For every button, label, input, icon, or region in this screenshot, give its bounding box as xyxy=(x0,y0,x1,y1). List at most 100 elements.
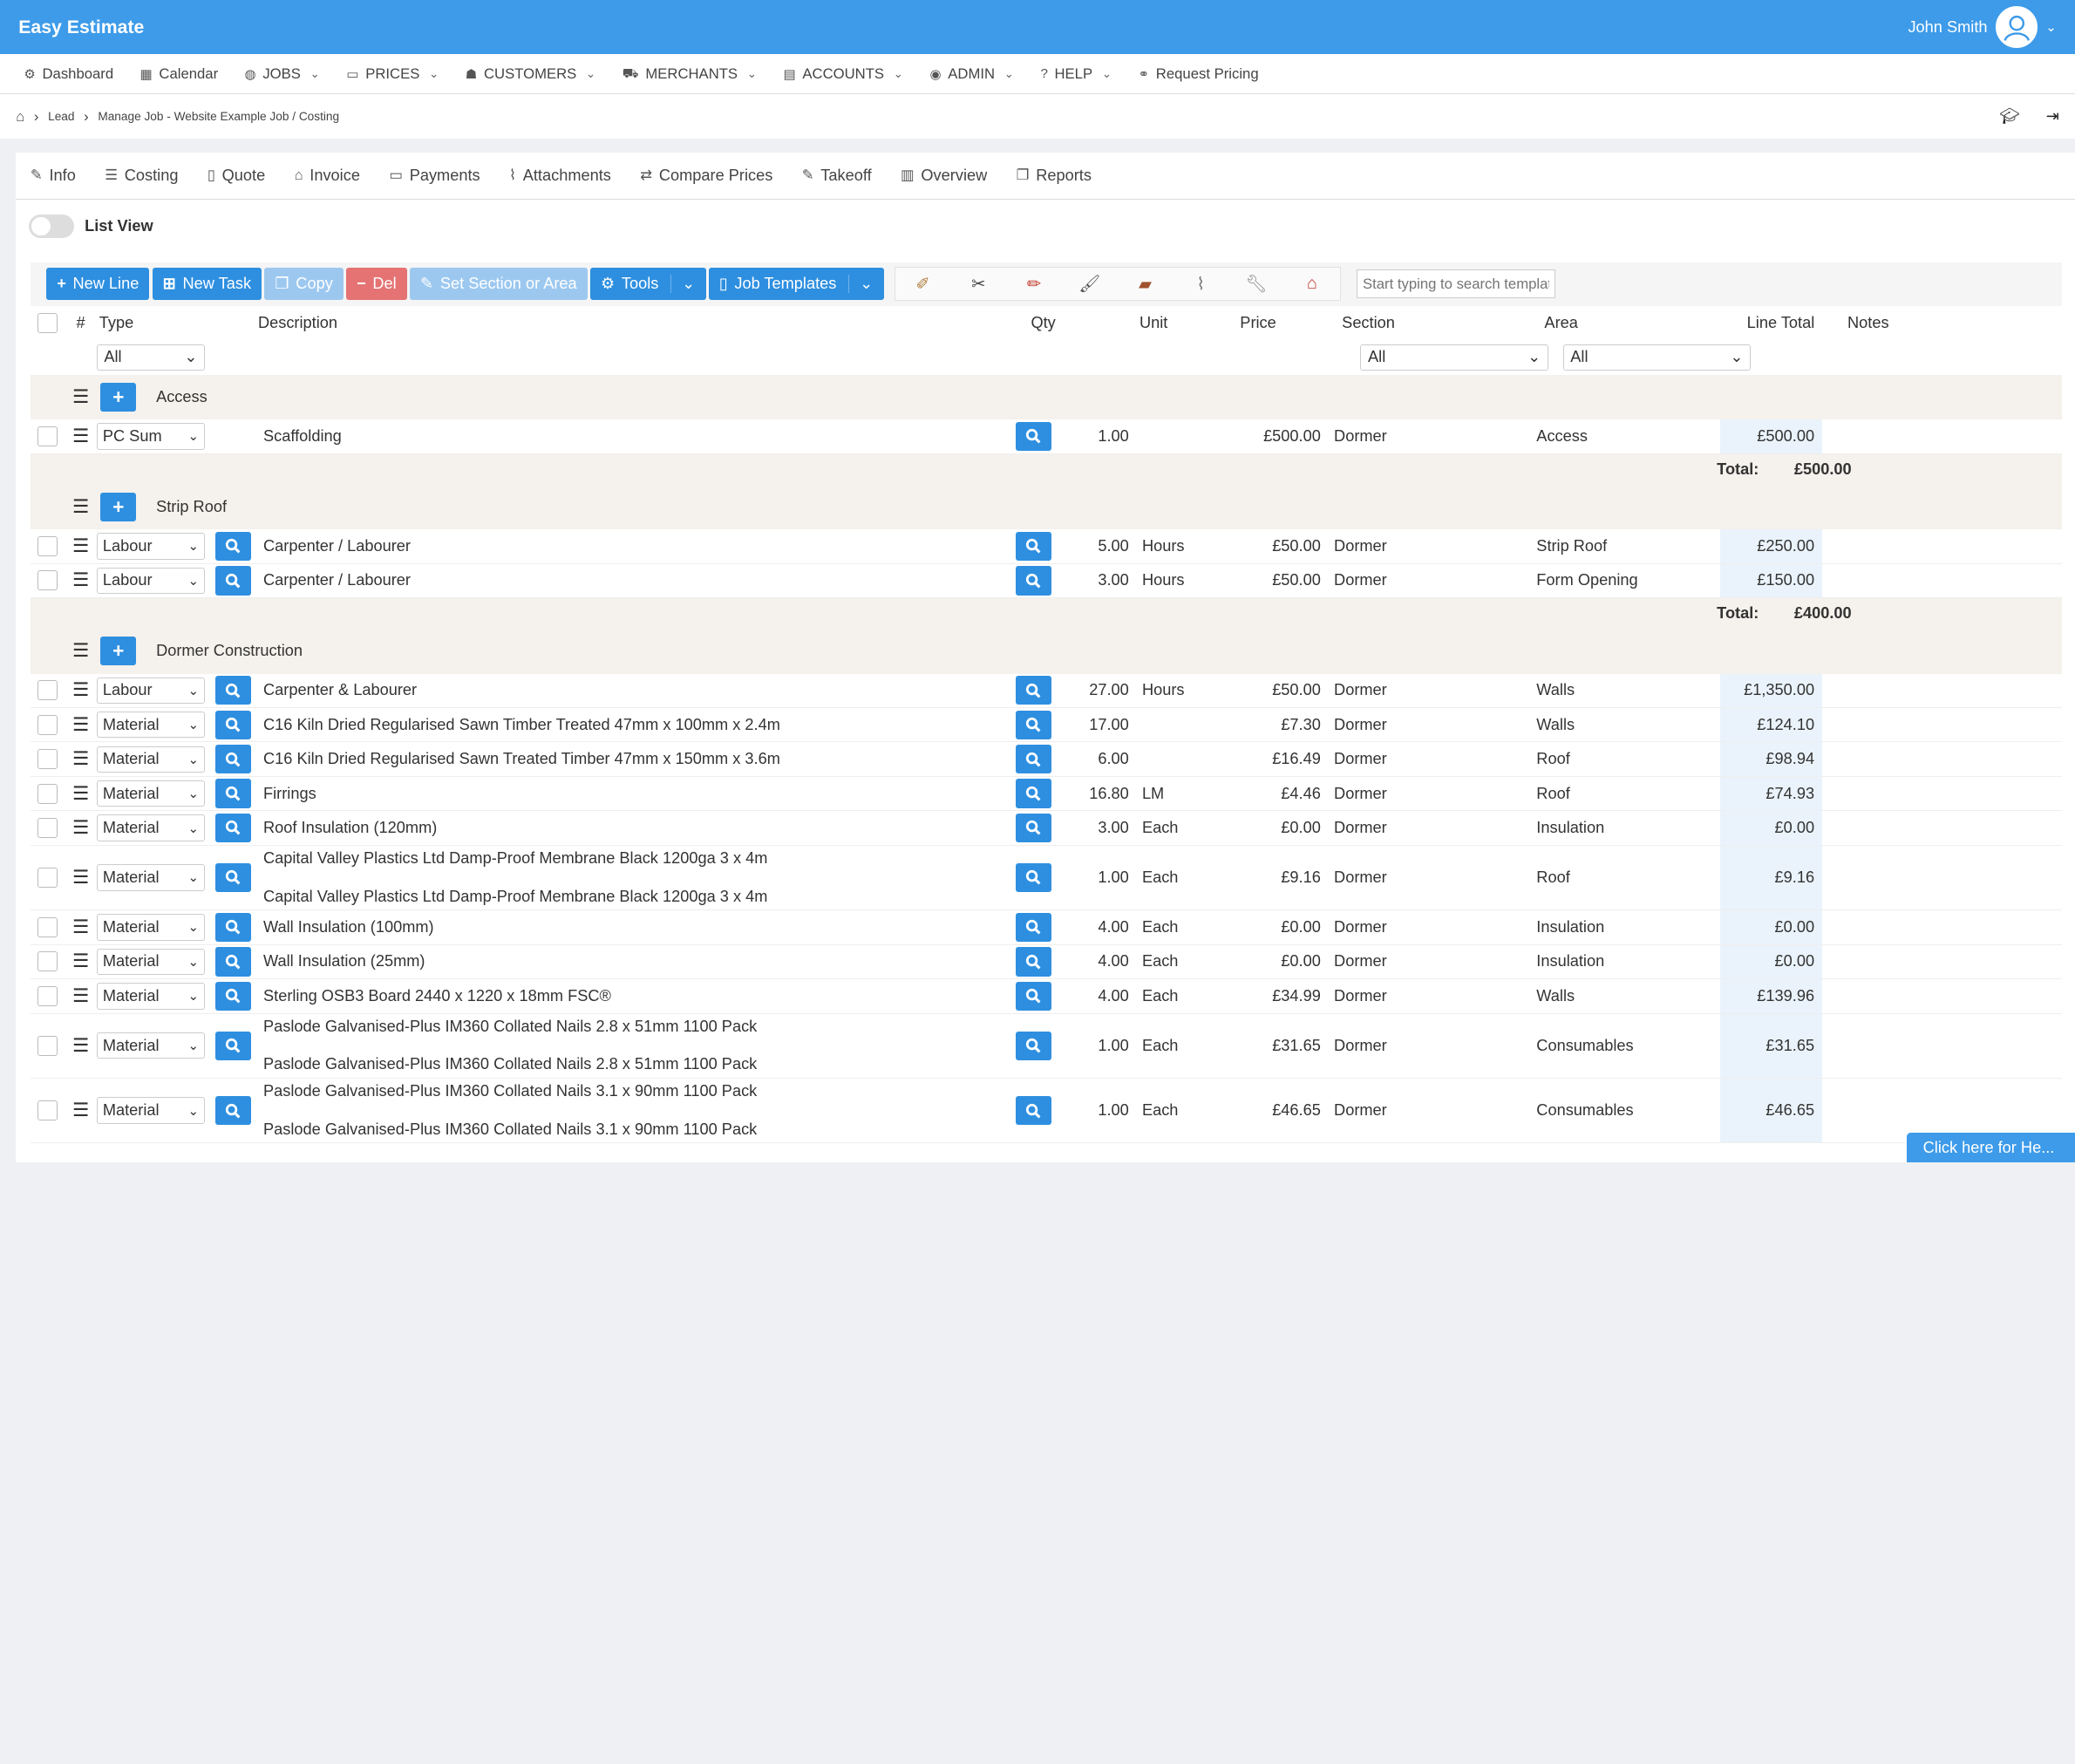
unit-cell[interactable]: Hours xyxy=(1129,537,1216,555)
drag-handle-icon[interactable]: ☰ xyxy=(72,985,89,1007)
row-checkbox[interactable] xyxy=(37,749,58,770)
row-checkbox[interactable] xyxy=(37,783,58,804)
tab-costing[interactable]: ☰ Costing xyxy=(91,153,194,200)
menu-item-help[interactable]: ? HELP ⌄ xyxy=(1027,54,1125,93)
col-unit[interactable]: Unit xyxy=(1140,314,1240,332)
price-cell[interactable]: £50.00 xyxy=(1216,681,1321,699)
type-select[interactable]: Material ⌄ xyxy=(96,712,206,739)
new-line-button[interactable]: + New Line xyxy=(46,268,150,300)
user-menu[interactable]: John Smith ⌄ xyxy=(1908,5,2057,49)
area-cell[interactable]: Consumables xyxy=(1523,1037,1720,1055)
col-area[interactable]: Area xyxy=(1544,314,1746,332)
section-cell[interactable]: Dormer xyxy=(1321,537,1523,555)
drag-handle-icon[interactable]: ☰ xyxy=(72,748,89,770)
type-select[interactable]: Labour ⌄ xyxy=(96,567,206,594)
col-section[interactable]: Section xyxy=(1342,314,1544,332)
row-checkbox[interactable] xyxy=(37,868,58,888)
tab-invoice[interactable]: ⌂ Invoice xyxy=(280,153,375,200)
item-search-button[interactable] xyxy=(214,566,251,596)
tab-quote[interactable]: ▯ Quote xyxy=(193,153,280,200)
type-select[interactable]: Material ⌄ xyxy=(96,948,206,976)
tab-attachments[interactable]: ⌇ Attachments xyxy=(494,153,625,200)
type-select[interactable]: Material ⌄ xyxy=(96,746,206,773)
col-qty[interactable]: Qty xyxy=(1007,314,1140,332)
drag-handle-icon[interactable]: ☰ xyxy=(72,535,89,557)
description-cell[interactable]: Wall Insulation (25mm) xyxy=(258,945,1007,978)
qty-cell[interactable]: 4.00 xyxy=(1060,918,1128,936)
type-select[interactable]: Labour ⌄ xyxy=(96,533,206,560)
chevron-down-icon[interactable]: ⌄ xyxy=(2045,19,2057,35)
price-search-button[interactable] xyxy=(1015,1095,1051,1126)
type-select[interactable]: Material ⌄ xyxy=(96,1032,206,1059)
type-select[interactable]: Material ⌄ xyxy=(96,780,206,807)
section-cell[interactable]: Dormer xyxy=(1321,952,1523,971)
description-cell[interactable]: Wall Insulation (100mm) xyxy=(258,910,1007,943)
avatar[interactable] xyxy=(1995,5,2038,49)
help-button[interactable]: Click here for He... xyxy=(1907,1133,2075,1162)
price-search-button[interactable] xyxy=(1015,981,1051,1011)
col-notes[interactable]: Notes xyxy=(1847,314,1889,332)
price-search-button[interactable] xyxy=(1015,912,1051,943)
tools-button[interactable]: ⚙ Tools ⌄ xyxy=(589,268,706,300)
type-select[interactable]: Labour ⌄ xyxy=(96,677,206,704)
price-cell[interactable]: £16.49 xyxy=(1216,750,1321,768)
area-filter-select[interactable]: All ⌄ xyxy=(1562,344,1752,371)
qty-cell[interactable]: 1.00 xyxy=(1060,1037,1128,1055)
delete-button[interactable]: − Del xyxy=(345,268,407,300)
type-select[interactable]: PC Sum ⌄ xyxy=(96,423,206,450)
section-cell[interactable]: Dormer xyxy=(1321,868,1523,887)
qty-cell[interactable]: 17.00 xyxy=(1060,716,1129,734)
unit-cell[interactable]: Each xyxy=(1129,1037,1216,1055)
item-search-button[interactable] xyxy=(214,531,251,562)
job-templates-button[interactable]: ▯ Job Templates ⌄ xyxy=(708,268,884,300)
home-icon[interactable]: ⌂ xyxy=(16,108,24,126)
unit-cell[interactable]: LM xyxy=(1129,785,1216,803)
section-cell[interactable]: Dormer xyxy=(1321,427,1523,446)
description-cell[interactable]: Scaffolding xyxy=(258,419,1007,453)
section-cell[interactable]: Dormer xyxy=(1321,716,1523,734)
drag-handle-icon[interactable]: ☰ xyxy=(72,569,89,591)
paint-brush-icon[interactable]: 🖌︎ xyxy=(1062,268,1118,299)
description-cell[interactable]: C16 Kiln Dried Regularised Sawn Treated … xyxy=(258,742,1007,775)
area-cell[interactable]: Insulation xyxy=(1523,952,1720,971)
menu-item-customers[interactable]: ☗ CUSTOMERS ⌄ xyxy=(452,54,609,93)
price-cell[interactable]: £50.00 xyxy=(1216,571,1321,589)
price-cell[interactable]: £4.46 xyxy=(1216,785,1321,803)
wrench-icon[interactable]: 🔧︎ xyxy=(1228,268,1284,299)
drag-handle-icon[interactable]: ☰ xyxy=(72,496,89,518)
row-checkbox[interactable] xyxy=(37,1035,58,1056)
add-line-to-section-button[interactable]: + xyxy=(100,382,137,412)
plaster-icon[interactable]: ✐ xyxy=(895,268,951,299)
price-cell[interactable]: £9.16 xyxy=(1216,868,1321,887)
new-task-button[interactable]: ⊞ New Task xyxy=(152,268,262,300)
drag-handle-icon[interactable]: ☰ xyxy=(72,867,89,889)
drag-handle-icon[interactable]: ☰ xyxy=(72,950,89,972)
item-search-button[interactable] xyxy=(214,912,251,943)
description-cell[interactable]: Sterling OSB3 Board 2440 x 1220 x 18mm F… xyxy=(258,979,1007,1012)
type-select[interactable]: Material ⌄ xyxy=(96,983,206,1010)
list-view-toggle[interactable] xyxy=(29,214,74,239)
row-checkbox[interactable] xyxy=(37,951,58,972)
menu-item-prices[interactable]: ▭ PRICES ⌄ xyxy=(333,54,452,93)
unit-cell[interactable]: Each xyxy=(1129,868,1216,887)
item-search-button[interactable] xyxy=(214,981,251,1011)
tab-payments[interactable]: ▭ Payments xyxy=(375,153,495,200)
qty-cell[interactable]: 27.00 xyxy=(1060,681,1129,699)
qty-cell[interactable]: 3.00 xyxy=(1060,571,1128,589)
price-search-button[interactable] xyxy=(1015,421,1051,452)
area-cell[interactable]: Walls xyxy=(1523,987,1720,1005)
drag-handle-icon[interactable]: ☰ xyxy=(72,640,89,662)
section-cell[interactable]: Dormer xyxy=(1321,1037,1523,1055)
add-line-to-section-button[interactable]: + xyxy=(100,637,137,666)
price-search-button[interactable] xyxy=(1015,676,1051,705)
description-cell[interactable]: Carpenter / Labourer xyxy=(258,564,1007,597)
area-cell[interactable]: Roof xyxy=(1523,785,1720,803)
qty-cell[interactable]: 5.00 xyxy=(1060,537,1128,555)
section-cell[interactable]: Dormer xyxy=(1321,1101,1523,1120)
set-section-button[interactable]: ✎ Set Section or Area xyxy=(409,268,588,300)
description-cell[interactable]: Firrings xyxy=(258,777,1007,810)
menu-item-accounts[interactable]: ▤ ACCOUNTS ⌄ xyxy=(770,54,916,93)
qty-cell[interactable]: 4.00 xyxy=(1060,952,1128,971)
item-search-button[interactable] xyxy=(214,676,251,705)
sign-out-icon[interactable]: ⇥ xyxy=(2046,107,2059,126)
